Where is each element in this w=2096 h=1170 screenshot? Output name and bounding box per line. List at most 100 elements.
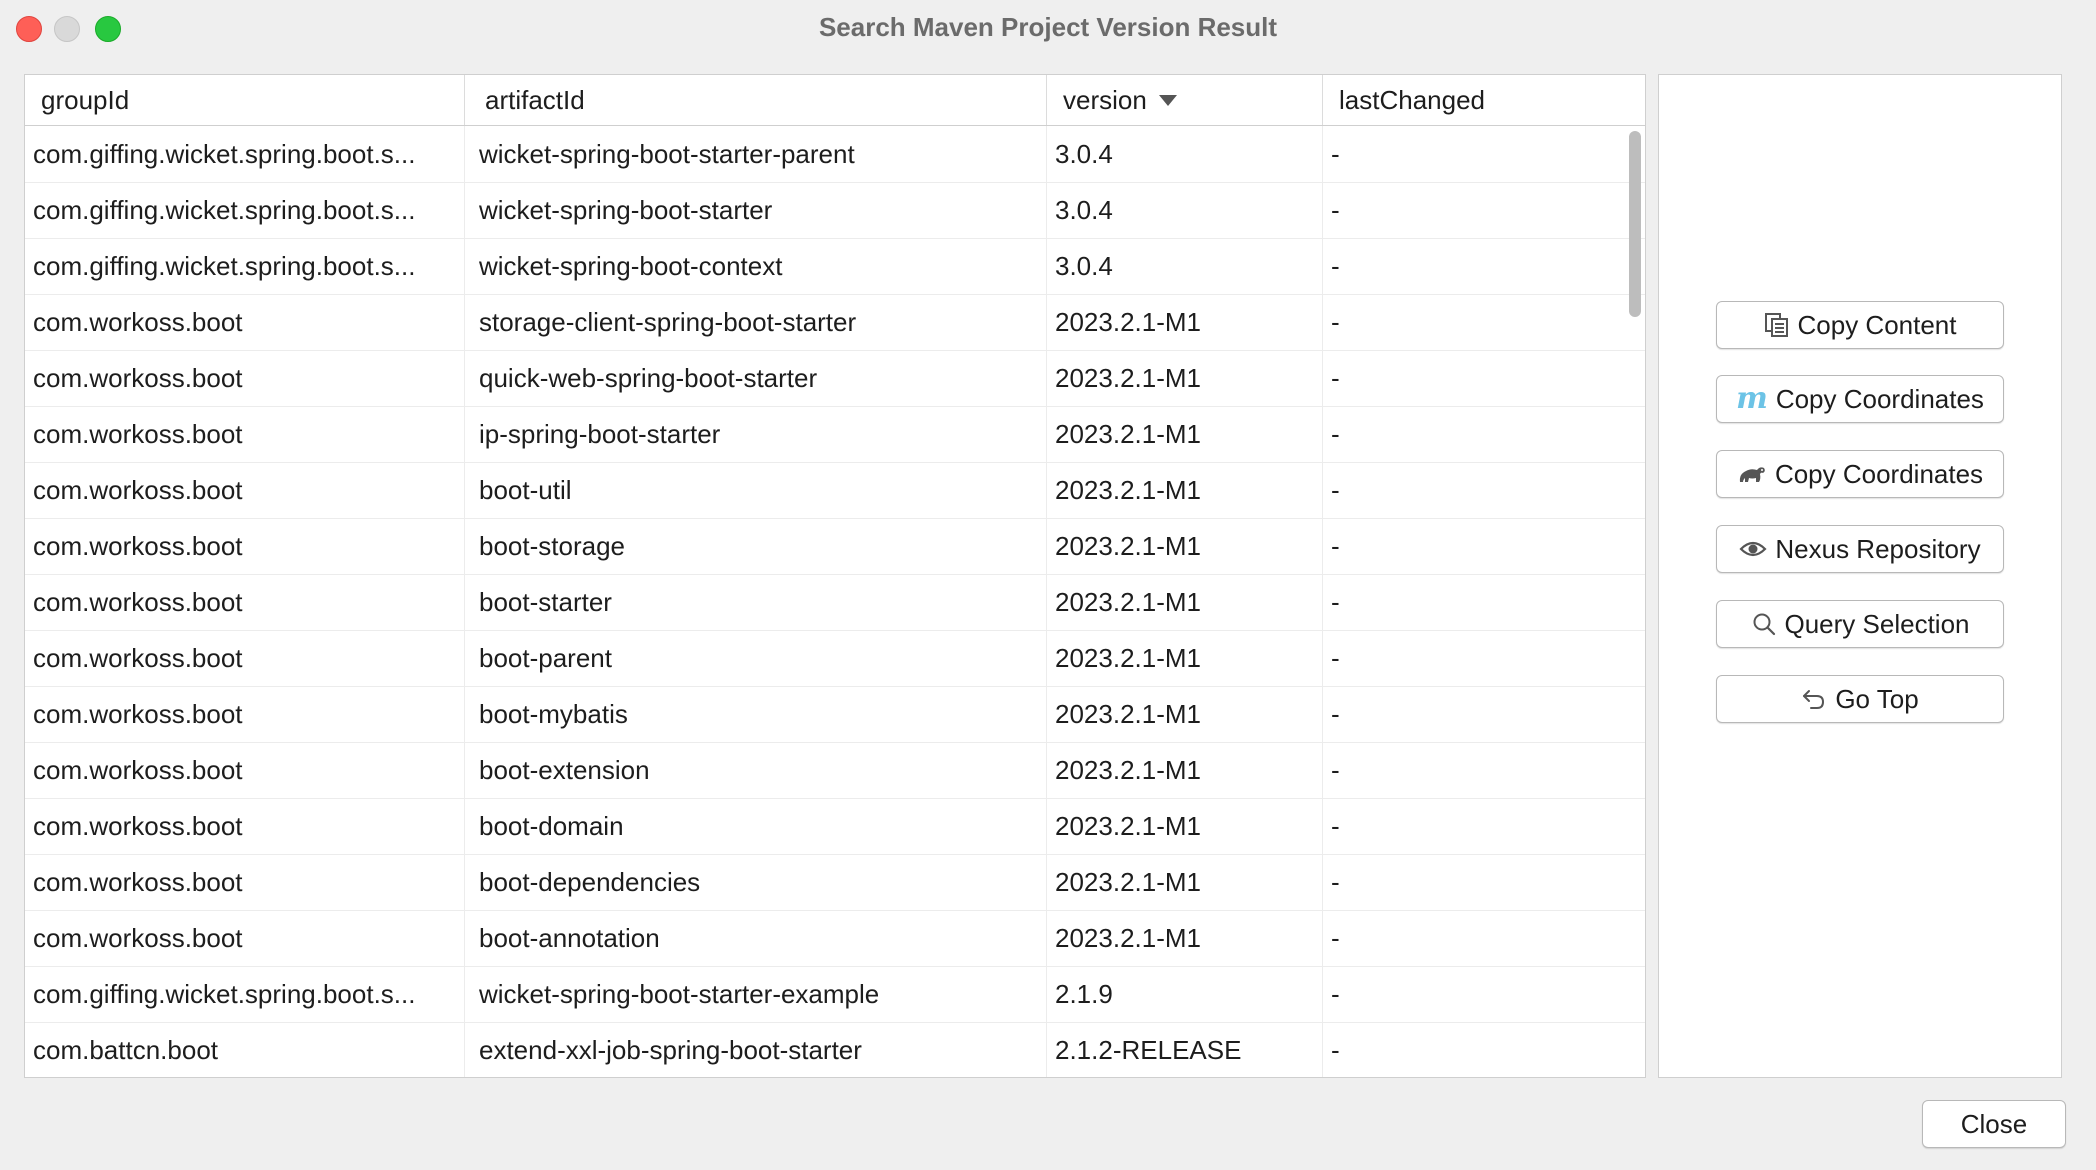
nexus-repository-button[interactable]: Nexus Repository [1716, 525, 2004, 573]
cell-groupid: com.workoss.boot [25, 406, 465, 462]
close-button[interactable]: Close [1922, 1100, 2066, 1148]
cell-lastchanged: - [1331, 979, 1340, 1009]
eye-icon [1739, 541, 1767, 557]
gradle-icon [1739, 467, 1765, 482]
cell-artifactid: boot-starter [465, 574, 1047, 630]
table-row[interactable]: com.workoss.boot boot-starter 2023.2.1-M1- [25, 574, 1645, 631]
cell-groupid: com.workoss.boot [25, 462, 465, 518]
cell-artifactid: storage-client-spring-boot-starter [465, 294, 1047, 350]
table-row[interactable]: com.workoss.boot boot-domain 2023.2.1-M1- [25, 798, 1645, 855]
table-row[interactable]: com.giffing.wicket.spring.boot.s... wicke… [25, 182, 1645, 239]
table-row[interactable]: com.workoss.boot boot-dependencies 2023.2.… [25, 854, 1645, 911]
cell-lastchanged: - [1331, 419, 1340, 449]
cell-lastchanged: - [1331, 531, 1340, 561]
maven-icon: m [1736, 381, 1768, 416]
button-label: Copy Content [1797, 309, 1957, 340]
table-row[interactable]: com.workoss.boot ip-spring-boot-starter 20… [25, 406, 1645, 463]
actions-panel: Copy Content m Copy Coordinates Copy Coo… [1658, 74, 2062, 1078]
table-row[interactable]: com.workoss.boot boot-storage 2023.2.1-M1- [25, 518, 1645, 575]
cell-groupid: com.workoss.boot [25, 574, 465, 630]
cell-groupid: com.workoss.boot [25, 910, 465, 966]
column-header-groupid[interactable]: groupId [25, 75, 465, 125]
copy-maven-coordinates-button[interactable]: m Copy Coordinates [1716, 375, 2004, 423]
table-row[interactable]: com.workoss.boot boot-parent 2023.2.1-M1- [25, 630, 1645, 687]
cell-version: 2023.2.1-M1 [1047, 854, 1323, 910]
cell-version: 2023.2.1-M1 [1047, 910, 1323, 966]
table-row[interactable]: com.workoss.boot boot-extension 2023.2.1-M… [25, 742, 1645, 799]
cell-lastchanged: - [1331, 643, 1340, 673]
query-selection-button[interactable]: Query Selection [1716, 600, 2004, 648]
column-header-label: groupId [41, 85, 130, 115]
cell-version: 2.1.9 [1047, 966, 1323, 1022]
cell-groupid: com.workoss.boot [25, 742, 465, 798]
cell-artifactid: wicket-spring-boot-context [465, 238, 1047, 294]
table-row[interactable]: com.workoss.boot storage-client-spring-bo… [25, 294, 1645, 351]
cell-artifactid: boot-dependencies [465, 854, 1047, 910]
cell-groupid: com.giffing.wicket.spring.boot.s... [25, 966, 465, 1022]
column-header-label: artifactId [485, 85, 585, 115]
cell-version: 2023.2.1-M1 [1047, 630, 1323, 686]
cell-lastchanged: - [1331, 475, 1340, 505]
table-row[interactable]: com.giffing.wicket.spring.boot.s... wicke… [25, 966, 1645, 1023]
column-header-artifactid[interactable]: artifactId [465, 75, 1047, 125]
cell-artifactid: wicket-spring-boot-starter-example [465, 966, 1047, 1022]
results-table: groupId artifactId version lastChanged c… [24, 74, 1646, 1078]
cell-lastchanged: - [1331, 699, 1340, 729]
cell-groupid: com.workoss.boot [25, 686, 465, 742]
cell-artifactid: ip-spring-boot-starter [465, 406, 1047, 462]
cell-artifactid: wicket-spring-boot-starter [465, 182, 1047, 238]
cell-groupid: com.workoss.boot [25, 350, 465, 406]
cell-lastchanged: - [1331, 867, 1340, 897]
table-row[interactable]: com.workoss.boot boot-annotation 2023.2.1-… [25, 910, 1645, 967]
cell-version: 2023.2.1-M1 [1047, 518, 1323, 574]
copy-gradle-coordinates-button[interactable]: Copy Coordinates [1716, 450, 2004, 498]
table-row[interactable]: com.workoss.boot boot-util 2023.2.1-M1- [25, 462, 1645, 519]
cell-lastchanged: - [1331, 755, 1340, 785]
cell-version: 2023.2.1-M1 [1047, 798, 1323, 854]
cell-lastchanged: - [1331, 1035, 1340, 1065]
cell-lastchanged: - [1331, 923, 1340, 953]
button-label: Copy Coordinates [1774, 458, 1984, 489]
cell-groupid: com.giffing.wicket.spring.boot.s... [25, 182, 465, 238]
cell-version: 3.0.4 [1047, 238, 1323, 294]
title-bar: Search Maven Project Version Result [0, 0, 2096, 56]
cell-lastchanged: - [1331, 811, 1340, 841]
column-header-lastchanged[interactable]: lastChanged [1323, 75, 1645, 125]
table-row[interactable]: com.giffing.wicket.spring.boot.s... wicke… [25, 238, 1645, 295]
cell-version: 3.0.4 [1047, 126, 1323, 182]
cell-groupid: com.workoss.boot [25, 798, 465, 854]
column-header-label: lastChanged [1339, 85, 1485, 115]
table-row[interactable]: com.battcn.boot extend-xxl-job-spring-boo… [25, 1022, 1645, 1077]
column-header-version[interactable]: version [1047, 75, 1323, 125]
cell-groupid: com.workoss.boot [25, 294, 465, 350]
cell-version: 2023.2.1-M1 [1047, 406, 1323, 462]
cell-lastchanged: - [1331, 139, 1340, 169]
copy-content-button[interactable]: Copy Content [1716, 301, 2004, 349]
cell-artifactid: boot-util [465, 462, 1047, 518]
go-top-button[interactable]: Go Top [1716, 675, 2004, 723]
table-row[interactable]: com.workoss.boot quick-web-spring-boot-st… [25, 350, 1645, 407]
cell-version: 2023.2.1-M1 [1047, 686, 1323, 742]
button-label: Query Selection [1784, 608, 1970, 639]
cell-version: 3.0.4 [1047, 182, 1323, 238]
button-label: Go Top [1835, 683, 1919, 714]
undo-arrow-icon [1803, 690, 1825, 709]
cell-artifactid: boot-domain [465, 798, 1047, 854]
cell-version: 2.1.2-RELEASE [1047, 1022, 1323, 1077]
cell-version: 2023.2.1-M1 [1047, 742, 1323, 798]
vertical-scrollbar-thumb[interactable] [1629, 131, 1641, 317]
table-row[interactable]: com.workoss.boot boot-mybatis 2023.2.1-M1- [25, 686, 1645, 743]
cell-version: 2023.2.1-M1 [1047, 350, 1323, 406]
cell-artifactid: wicket-spring-boot-starter-parent [465, 126, 1047, 182]
cell-lastchanged: - [1331, 195, 1340, 225]
cell-artifactid: boot-mybatis [465, 686, 1047, 742]
cell-lastchanged: - [1331, 363, 1340, 393]
button-label: Copy Coordinates [1775, 383, 1984, 414]
cell-artifactid: boot-parent [465, 630, 1047, 686]
cell-groupid: com.workoss.boot [25, 630, 465, 686]
cell-groupid: com.workoss.boot [25, 518, 465, 574]
cell-version: 2023.2.1-M1 [1047, 462, 1323, 518]
cell-artifactid: quick-web-spring-boot-starter [465, 350, 1047, 406]
table-row[interactable]: com.giffing.wicket.spring.boot.s... wicke… [25, 126, 1645, 183]
cell-groupid: com.workoss.boot [25, 854, 465, 910]
